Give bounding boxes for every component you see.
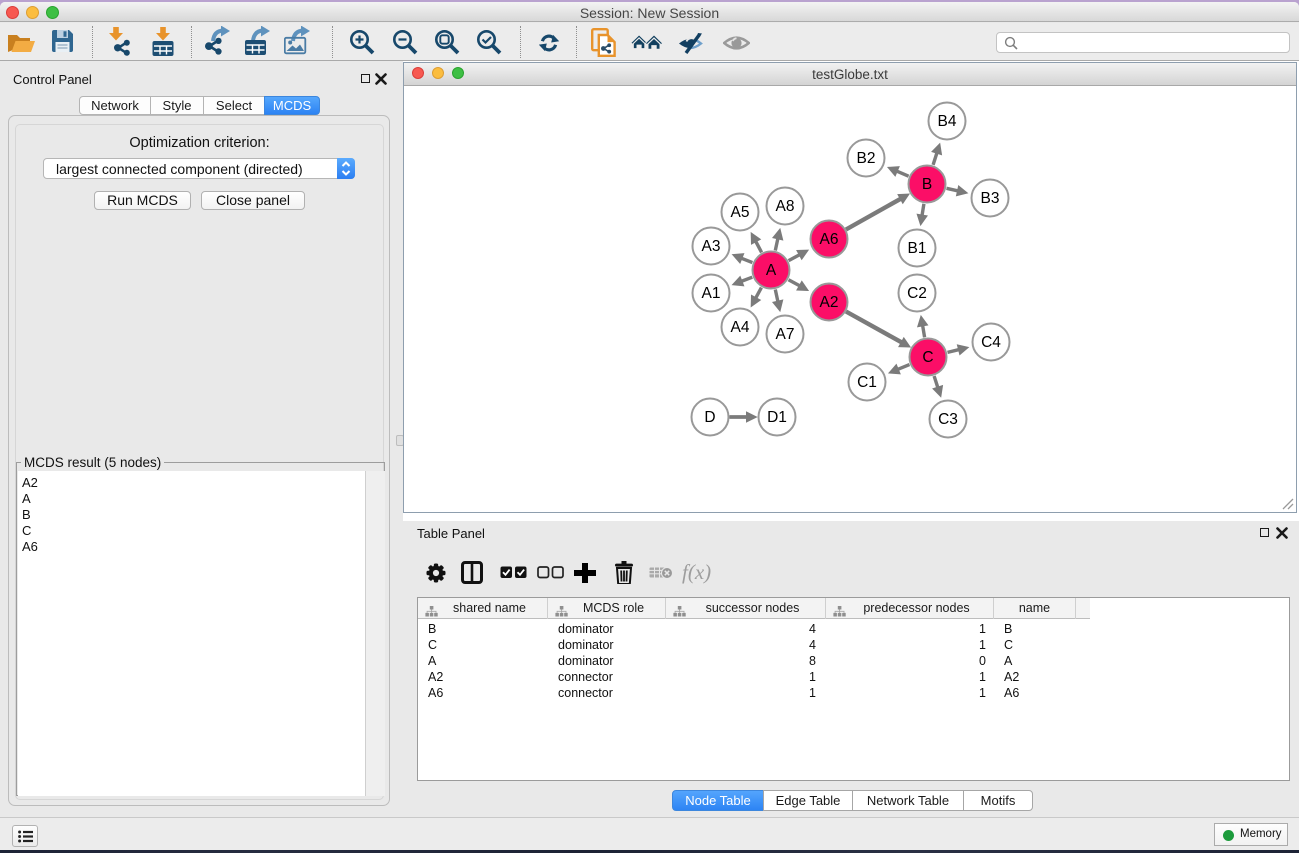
svg-text:A4: A4 — [731, 319, 750, 336]
svg-text:C3: C3 — [938, 411, 958, 428]
svg-text:B4: B4 — [938, 113, 957, 130]
svg-text:B1: B1 — [908, 240, 927, 257]
svg-text:D1: D1 — [767, 409, 787, 426]
svg-text:A: A — [766, 262, 777, 279]
svg-text:B: B — [922, 176, 932, 193]
svg-text:A7: A7 — [776, 326, 795, 343]
svg-text:A5: A5 — [731, 204, 750, 221]
svg-text:A8: A8 — [776, 198, 795, 215]
svg-text:A3: A3 — [702, 238, 721, 255]
svg-text:C: C — [922, 349, 933, 366]
svg-text:A2: A2 — [820, 294, 839, 311]
svg-text:B3: B3 — [981, 190, 1000, 207]
svg-text:A6: A6 — [820, 231, 839, 248]
svg-text:C1: C1 — [857, 374, 877, 391]
svg-text:D: D — [704, 409, 715, 426]
svg-text:C2: C2 — [907, 285, 927, 302]
svg-text:A1: A1 — [702, 285, 721, 302]
svg-text:C4: C4 — [981, 334, 1001, 351]
svg-text:B2: B2 — [857, 150, 876, 167]
